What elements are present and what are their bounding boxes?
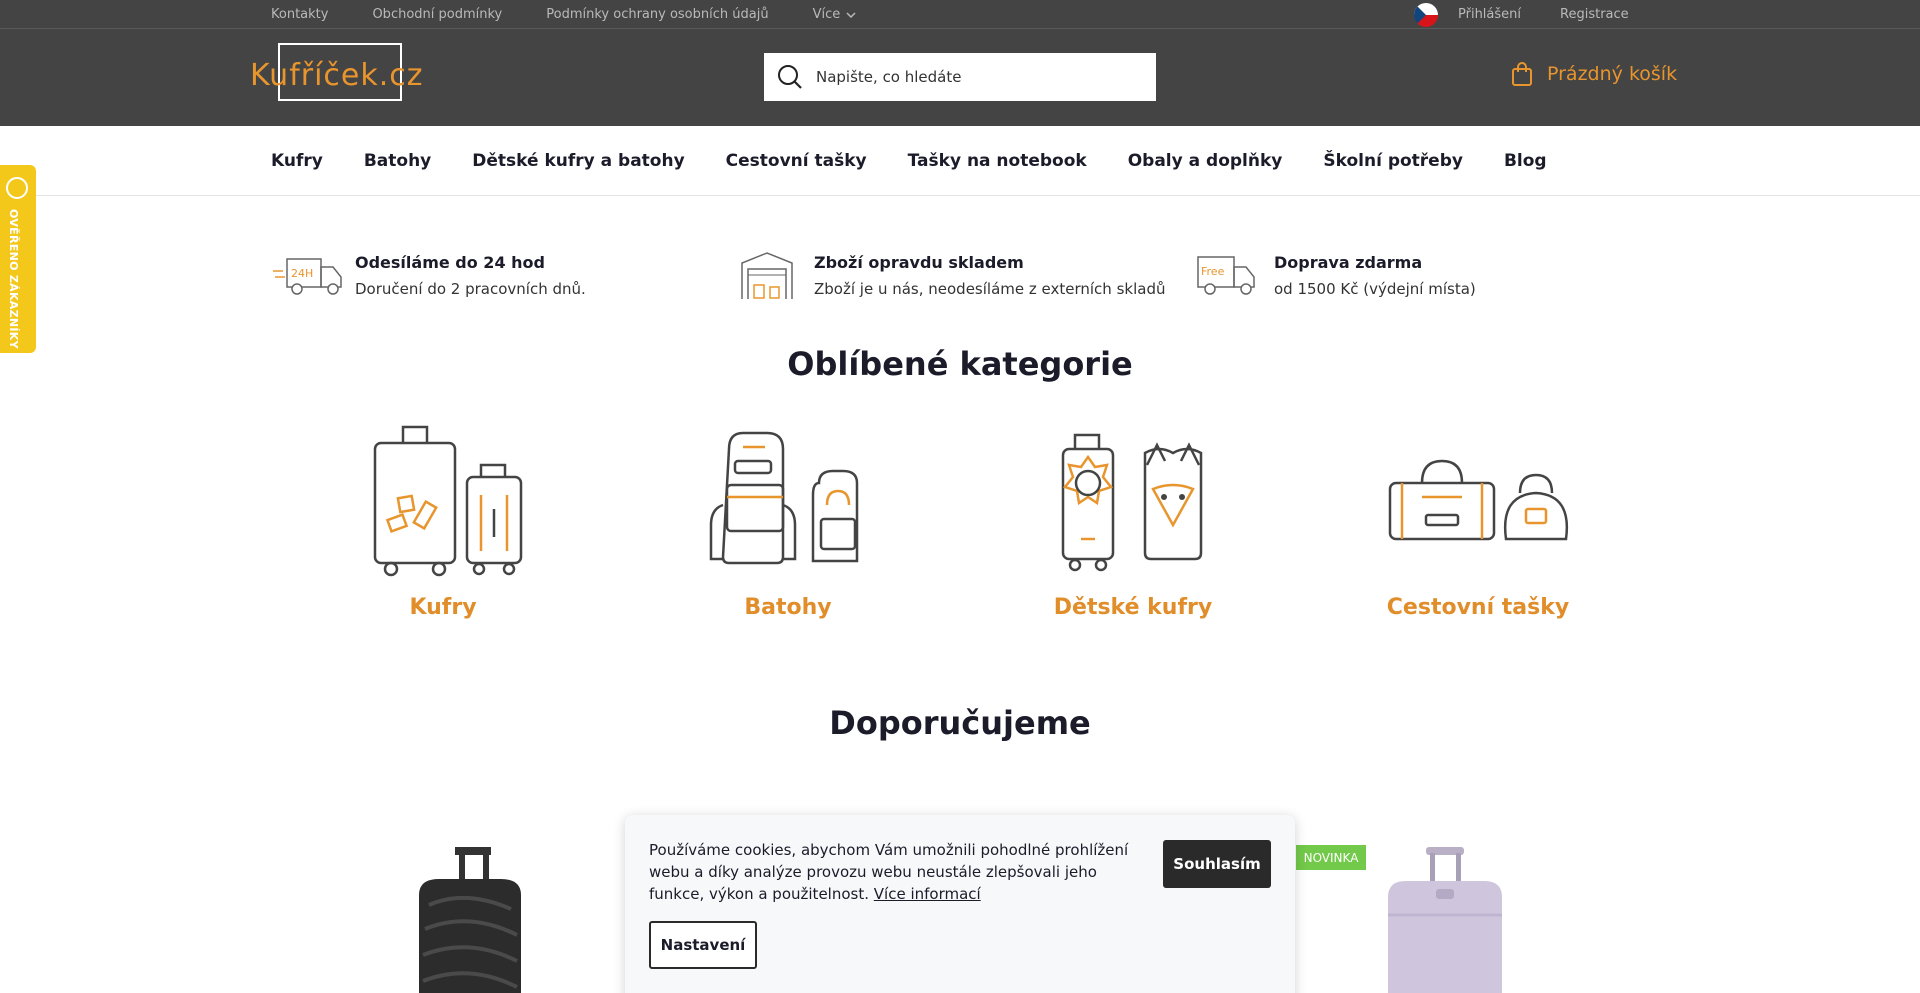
nav-item-accessories[interactable]: Obaly a doplňky <box>1128 151 1283 171</box>
czech-flag-icon[interactable] <box>1414 2 1438 27</box>
cookie-more-info-link[interactable]: Více informací <box>874 885 981 903</box>
usp-free-shipping: Free Doprava zdarma od 1500 Kč (výdejní … <box>1190 245 1476 305</box>
category-travel-bags[interactable]: Cestovní tašky <box>1358 425 1598 620</box>
nav-item-notebook-bags[interactable]: Tašky na notebook <box>908 151 1087 171</box>
usp-shipping: 24H Odesíláme do 24 hod Doručení do 2 pr… <box>271 245 586 305</box>
suitcase-icon <box>373 425 523 577</box>
usp-title: Zboží opravdu skladem <box>814 252 1024 272</box>
category-batohy[interactable]: Batohy <box>668 425 908 620</box>
usp-subtitle: od 1500 Kč (výdejní místa) <box>1274 279 1476 298</box>
nav-item-travel-bags[interactable]: Cestovní tašky <box>726 151 867 171</box>
main-navigation: Kufry Batohy Dětské kufry a batohy Cesto… <box>0 126 1920 196</box>
nav-item-school[interactable]: Školní potřeby <box>1323 151 1463 171</box>
category-label: Dětské kufry <box>1053 595 1213 620</box>
top-link-contacts[interactable]: Kontakty <box>271 7 328 22</box>
top-bar: Kontakty Obchodní podmínky Podmínky ochr… <box>0 0 1920 29</box>
seal-icon <box>6 177 28 199</box>
usp-title: Odesíláme do 24 hod <box>355 252 545 272</box>
travel-bag-icon <box>1388 459 1569 541</box>
cart-button[interactable]: Prázdný košík <box>1511 61 1677 87</box>
category-kids-suitcases[interactable]: Dětské kufry <box>1013 425 1253 620</box>
login-link[interactable]: Přihlášení <box>1458 7 1521 22</box>
top-link-more[interactable]: Více <box>813 7 857 22</box>
logo-text: Kufříček.cz <box>250 58 424 93</box>
more-label: Více <box>812 7 841 22</box>
register-link[interactable]: Registrace <box>1560 7 1629 22</box>
badge-text: OVĚŘENO ZÁKAZNÍKY <box>7 209 20 349</box>
nav-item-blog[interactable]: Blog <box>1504 151 1547 171</box>
category-label: Cestovní tašky <box>1386 595 1570 620</box>
usp-icon-free: Free <box>1201 265 1225 278</box>
cookie-consent-bar: Používáme cookies, abychom Vám umožnili … <box>625 815 1295 993</box>
delivery-truck-24h-icon: 24H <box>273 258 342 295</box>
categories-heading: Oblíbené kategorie <box>787 345 1133 383</box>
usp-subtitle: Doručení do 2 pracovních dnů. <box>355 279 586 298</box>
backpack-icon <box>709 431 859 565</box>
top-link-privacy[interactable]: Podmínky ochrany osobních údajů <box>546 7 768 22</box>
usp-subtitle: Zboží je u nás, neodesíláme z externích … <box>814 279 1166 298</box>
cookie-text: Používáme cookies, abychom Vám umožnili … <box>649 839 1149 905</box>
search-icon <box>778 65 802 89</box>
recommended-heading: Doporučujeme <box>829 704 1091 742</box>
account-links: Přihlášení Registrace <box>1414 0 1668 29</box>
nav-item-batohy[interactable]: Batohy <box>364 151 431 171</box>
shopping-bag-icon <box>1512 62 1532 86</box>
site-logo[interactable]: Kufříček.cz <box>247 42 433 104</box>
product-image-black-suitcase[interactable] <box>405 845 535 993</box>
free-delivery-truck-icon: Free <box>1197 256 1255 295</box>
cart-label: Prázdný košík <box>1547 63 1678 85</box>
nav-item-kufry[interactable]: Kufry <box>271 151 323 171</box>
top-links: Kontakty Obchodní podmínky Podmínky ochr… <box>271 0 900 29</box>
cookie-settings-button[interactable]: Nastavení <box>649 921 757 969</box>
usp-title: Doprava zdarma <box>1274 252 1423 272</box>
usp-stock: Zboží opravdu skladem Zboží je u nás, ne… <box>730 245 1165 305</box>
category-label: Kufry <box>409 595 477 620</box>
category-kufry[interactable]: Kufry <box>323 425 563 620</box>
verified-customers-badge[interactable]: OVĚŘENO ZÁKAZNÍKY <box>0 165 36 353</box>
search-input[interactable] <box>816 68 1116 86</box>
new-badge: NOVINKA <box>1296 845 1366 870</box>
category-label: Batohy <box>744 595 832 620</box>
chevron-down-icon <box>846 11 856 18</box>
usp-icon-24h: 24H <box>291 267 313 280</box>
cookie-agree-button[interactable]: Souhlasím <box>1163 840 1271 888</box>
top-link-terms[interactable]: Obchodní podmínky <box>372 7 502 22</box>
warehouse-icon <box>741 252 793 299</box>
product-image-lilac-suitcase[interactable] <box>1380 845 1510 993</box>
header: Kufříček.cz Prázdný košík <box>0 29 1920 126</box>
search-box[interactable] <box>764 53 1156 101</box>
kids-suitcase-icon <box>1061 433 1203 572</box>
nav-item-kids[interactable]: Dětské kufry a batohy <box>472 151 684 171</box>
